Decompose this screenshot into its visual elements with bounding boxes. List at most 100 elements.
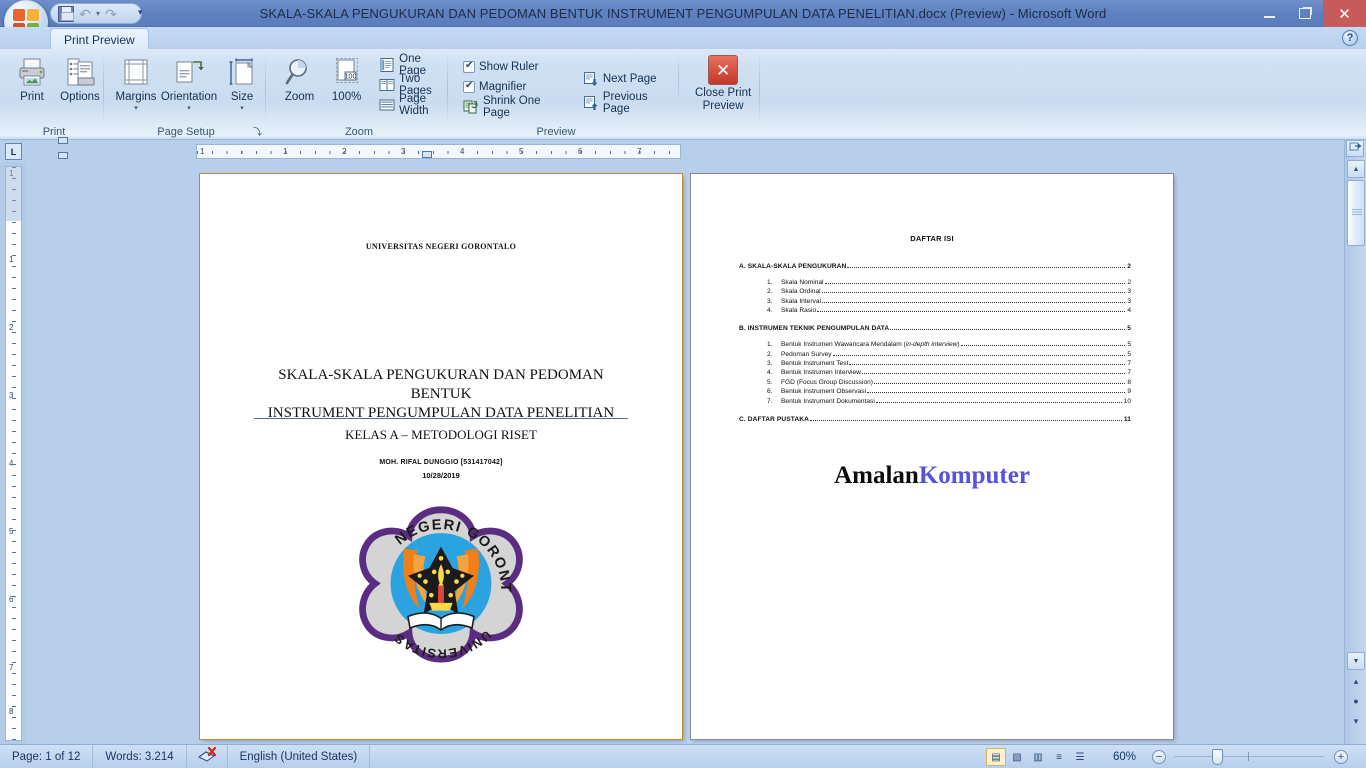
page-navigation: Next Page Previous Page	[580, 53, 680, 115]
toc-page: 4	[1127, 307, 1131, 315]
print-layout-view-button[interactable]: ▤	[986, 748, 1006, 766]
outline-view-button[interactable]: ≡	[1049, 748, 1069, 766]
print-button[interactable]: Print	[8, 53, 56, 103]
toc-entry[interactable]: B. INSTRUMEN TEKNIK PENGUMPULAN DATA 5	[739, 325, 1131, 332]
orientation-button[interactable]: Orientation ▾	[160, 53, 218, 112]
zoom-slider[interactable]: − +	[1144, 745, 1354, 768]
two-pages-button[interactable]: Two Pages	[376, 73, 448, 97]
scrollbar-thumb[interactable]	[1347, 180, 1365, 246]
toc-entry[interactable]: 2. Pedoman Survey 5	[767, 351, 1131, 358]
toc-text: Bentuk Instrumen Interview	[781, 369, 861, 377]
left-indent-marker[interactable]	[58, 152, 68, 159]
toc-num: 4.	[767, 369, 773, 377]
document-page-2[interactable]: DAFTAR ISI A. SKALA-SKALA PENGUKURAN 2 1…	[691, 174, 1173, 739]
proofing-status[interactable]	[187, 744, 228, 768]
window-controls	[1251, 0, 1366, 27]
zoom-button[interactable]: Zoom	[276, 53, 323, 103]
toc-entry[interactable]: 4. Bentuk Instrumen Interview 7	[767, 369, 1131, 376]
save-icon[interactable]	[58, 5, 74, 22]
orientation-caret-icon[interactable]: ▾	[187, 104, 191, 112]
next-object-button[interactable]: ▾	[1350, 716, 1362, 728]
magnifier-checkbox[interactable]: Magnifier	[460, 77, 572, 97]
toc-text: Bentuk Instrument Observasi	[781, 388, 867, 396]
full-screen-reading-view-button[interactable]: ▧	[1007, 748, 1027, 766]
options-button[interactable]: Options	[56, 53, 104, 103]
toc-leader	[809, 419, 1122, 421]
toc-page: 2	[1127, 279, 1131, 286]
zoom-slider-handle[interactable]	[1212, 749, 1223, 765]
size-button-label: Size	[230, 91, 254, 103]
printer-icon	[16, 56, 48, 88]
first-line-indent-marker[interactable]	[58, 137, 68, 144]
show-ruler-check-icon[interactable]	[463, 60, 475, 73]
redo-icon[interactable]: ↷	[103, 6, 119, 22]
scroll-up-button[interactable]: ▲	[1347, 160, 1365, 178]
toc-page: 5	[1127, 325, 1131, 333]
toc-leader	[824, 283, 1126, 284]
toc-text: Bentuk Instrument Test	[781, 359, 849, 367]
tab-stop-selector[interactable]: L	[5, 143, 22, 160]
size-button[interactable]: Size ▾	[218, 53, 266, 112]
scroll-down-button[interactable]: ▼	[1347, 652, 1365, 670]
document-preview-area[interactable]: UNIVERSITAS NEGERI GORONTALO SKALA-SKALA…	[26, 162, 1344, 744]
toc-text-italic: in-depth interview	[905, 341, 958, 349]
page-width-button[interactable]: Page Width	[376, 93, 448, 117]
window-title: SKALA-SKALA PENGUKURAN DAN PEDOMAN BENTU…	[259, 6, 1107, 21]
one-page-button[interactable]: One Page	[376, 53, 448, 77]
previous-object-button[interactable]: ▴	[1350, 676, 1362, 688]
maximize-button[interactable]	[1287, 0, 1323, 27]
zoom-out-button[interactable]: −	[1152, 750, 1166, 764]
margins-caret-icon[interactable]: ▾	[134, 104, 138, 112]
toc-entry[interactable]: C. DAFTAR PUSTAKA 11	[739, 416, 1131, 423]
toc-entry[interactable]: 1. Bentuk Instrumen Wawancara Mendalam (…	[767, 341, 1131, 348]
toc-entry[interactable]: 3. Skala Interval 3	[767, 298, 1131, 305]
page-indicator[interactable]: Page: 1 of 12	[0, 744, 94, 768]
toc-entry[interactable]: 5. FGD (Focus Group Discussion) 8	[767, 379, 1131, 386]
language-indicator[interactable]: English (United States)	[228, 744, 371, 768]
vertical-ruler[interactable]: 1 1 2 3 4 5 6 7 8	[5, 166, 23, 742]
size-caret-icon[interactable]: ▾	[240, 104, 244, 112]
toc-entry[interactable]: 4. Skala Rasio 4	[767, 307, 1131, 314]
options-icon	[64, 56, 96, 88]
toc-text: FGD (Focus Group Discussion)	[781, 378, 873, 386]
help-icon[interactable]: ?	[1342, 30, 1358, 46]
word-count[interactable]: Words: 3.214	[93, 744, 187, 768]
undo-dropdown-icon[interactable]: ▾	[96, 9, 100, 18]
page1-title-line1: SKALA-SKALA PENGUKURAN DAN PEDOMAN BENTU…	[278, 367, 604, 402]
toc-entry[interactable]: 3. Bentuk Instrument Test 7	[767, 360, 1131, 367]
tab-print-preview[interactable]: Print Preview	[50, 28, 149, 50]
right-indent-marker[interactable]	[422, 151, 432, 158]
customize-quick-access-icon[interactable]: ▾	[138, 7, 143, 18]
toc-entry[interactable]: 2. Skala Ordinal 3	[767, 288, 1131, 295]
toc-page: 7	[1127, 369, 1131, 377]
minimize-button[interactable]	[1251, 0, 1287, 27]
zoom-slider-track[interactable]	[1174, 756, 1324, 758]
page1-divider	[254, 418, 628, 419]
toc-entry[interactable]: 6. Bentuk Instrument Observasi 9	[767, 388, 1131, 395]
previous-page-button[interactable]: Previous Page	[580, 91, 680, 115]
next-page-button[interactable]: Next Page	[580, 67, 680, 91]
toc-entry[interactable]: 1. Skala Nominal 2	[767, 279, 1131, 286]
zoom-in-button[interactable]: +	[1334, 750, 1348, 764]
document-page-1[interactable]: UNIVERSITAS NEGERI GORONTALO SKALA-SKALA…	[200, 174, 682, 739]
close-print-preview-button[interactable]: ✕ Close Print Preview	[694, 53, 752, 113]
select-browse-object-button[interactable]: ●	[1350, 696, 1362, 708]
toc-text: Bentuk Instrumen Wawancara Mendalam (	[781, 341, 906, 349]
magnifier-check-icon[interactable]	[463, 80, 475, 93]
draft-view-button[interactable]: ☰	[1070, 748, 1090, 766]
show-ruler-checkbox[interactable]: Show Ruler	[460, 57, 572, 77]
margins-button[interactable]: Margins ▾	[112, 53, 160, 112]
shrink-one-page-button[interactable]: Shrink One Page	[460, 95, 572, 119]
split-window-handle[interactable]	[1346, 140, 1364, 157]
vertical-scrollbar[interactable]: ▲ ▼ ▴ ● ▾	[1344, 140, 1366, 744]
toc-entry[interactable]: 7. Bentuk Instrument Dokumentasi 10	[767, 398, 1131, 405]
web-layout-view-button[interactable]: ▥	[1028, 748, 1048, 766]
page-setup-dialog-launcher[interactable]: ⤵	[253, 125, 262, 138]
close-button[interactable]	[1323, 0, 1366, 27]
zoom-level-label[interactable]: 60%	[1113, 745, 1136, 768]
horizontal-ruler[interactable]: 1 1 2 3 4 5 6 7	[196, 144, 682, 159]
undo-icon[interactable]: ↶	[77, 6, 93, 22]
toc-entry[interactable]: A. SKALA-SKALA PENGUKURAN 2	[739, 263, 1131, 270]
options-button-label: Options	[60, 91, 100, 103]
zoom-100-button[interactable]: 100 100%	[323, 53, 370, 103]
